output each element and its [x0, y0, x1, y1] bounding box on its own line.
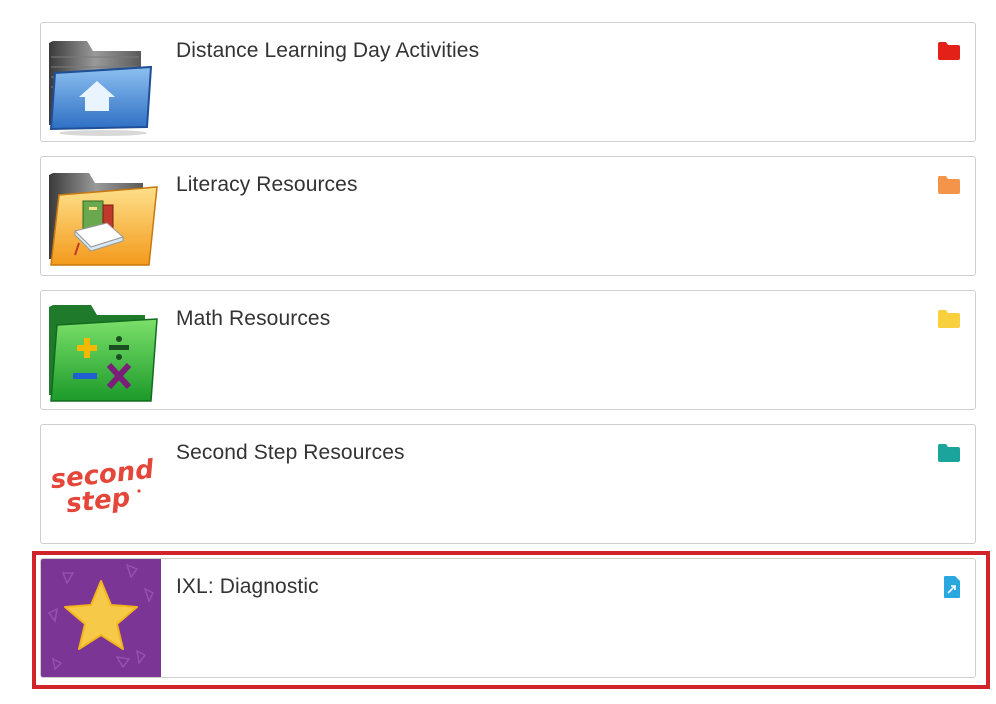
math-folder-icon — [45, 295, 163, 405]
external-link-file-icon — [943, 575, 961, 599]
resource-title[interactable]: Second Step Resources — [176, 441, 405, 465]
resource-title[interactable]: Math Resources — [176, 307, 330, 331]
resource-card-literacy[interactable]: Literacy Resources — [40, 156, 976, 276]
books-folder-icon — [45, 161, 163, 271]
resource-card-second-step[interactable]: second step Second Step Resources — [40, 424, 976, 544]
star-icon — [41, 559, 161, 677]
resource-card-distance-learning[interactable]: Distance Learning Day Activities — [40, 22, 976, 142]
home-folder-icon — [45, 27, 163, 137]
resource-card-math[interactable]: Math Resources — [40, 290, 976, 410]
resource-title[interactable]: Literacy Resources — [176, 173, 358, 197]
second-step-logo: second step — [45, 429, 163, 539]
folder-icon — [937, 443, 961, 463]
folder-icon — [937, 309, 961, 329]
svg-text:step: step — [65, 483, 132, 520]
resource-title[interactable]: Distance Learning Day Activities — [176, 39, 479, 63]
resource-title[interactable]: IXL: Diagnostic — [176, 575, 319, 599]
resource-list: Distance Learning Day Activities Literac… — [0, 0, 996, 704]
folder-icon — [937, 175, 961, 195]
resource-card-ixl-diagnostic[interactable]: IXL: Diagnostic — [40, 558, 976, 678]
folder-icon — [937, 41, 961, 61]
